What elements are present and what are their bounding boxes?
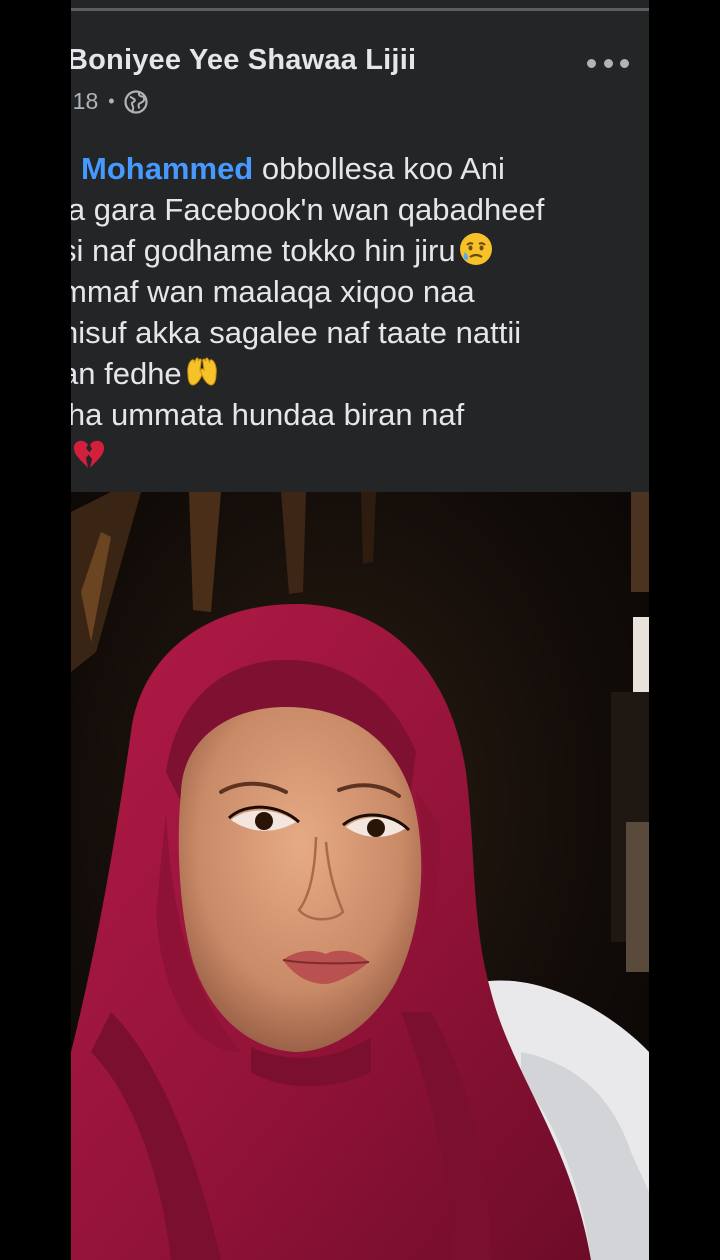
- post-photo[interactable]: [71, 492, 649, 1260]
- author-name[interactable]: Boniyee Yee Shawaa Lijii: [71, 44, 416, 77]
- broken-heart-emoji: [73, 440, 105, 468]
- post-text: Mohammed obbollesa koo Ani la gara Faceb…: [71, 148, 649, 476]
- post-text-line: lha ummata hundaa biran naf: [71, 397, 465, 432]
- mention-link[interactable]: Mohammed: [81, 151, 253, 186]
- divider: [71, 8, 649, 11]
- globe-icon: [123, 89, 148, 114]
- post-text-line: [71, 435, 649, 476]
- post-text-segment: si naf godhame tokko hin jiru: [71, 233, 456, 268]
- post-text-line: hisuf akka sagalee naf taate nattii: [71, 315, 522, 350]
- post-text-line: Mohammed obbollesa koo Ani: [71, 148, 649, 189]
- more-dot: [620, 58, 629, 68]
- sad-tear-emoji: [459, 233, 492, 265]
- meta-separator: •: [108, 91, 115, 111]
- post-text-line: si naf godhame tokko hin jiru: [71, 230, 649, 271]
- post-meta: ) 18 •: [71, 88, 148, 115]
- post-date[interactable]: 18: [73, 88, 99, 115]
- post-card: Boniyee Yee Shawaa Lijii ) 18 • Mohammed…: [71, 0, 649, 1260]
- post-text-segment: obbollesa koo Ani: [253, 151, 505, 186]
- post-text-line: la gara Facebook'n wan qabadheef: [71, 192, 545, 227]
- open-hands-emoji: [186, 357, 217, 386]
- post-text-line: an fedhe: [71, 353, 649, 394]
- more-dot: [587, 58, 596, 68]
- post-header: Boniyee Yee Shawaa Lijii ) 18 •: [71, 40, 649, 130]
- post-text-segment: an fedhe: [71, 356, 182, 391]
- more-dot: [603, 58, 613, 68]
- more-options-button[interactable]: [587, 52, 629, 74]
- post-text-line: mmaf wan maalaqa xiqoo naa: [71, 274, 475, 309]
